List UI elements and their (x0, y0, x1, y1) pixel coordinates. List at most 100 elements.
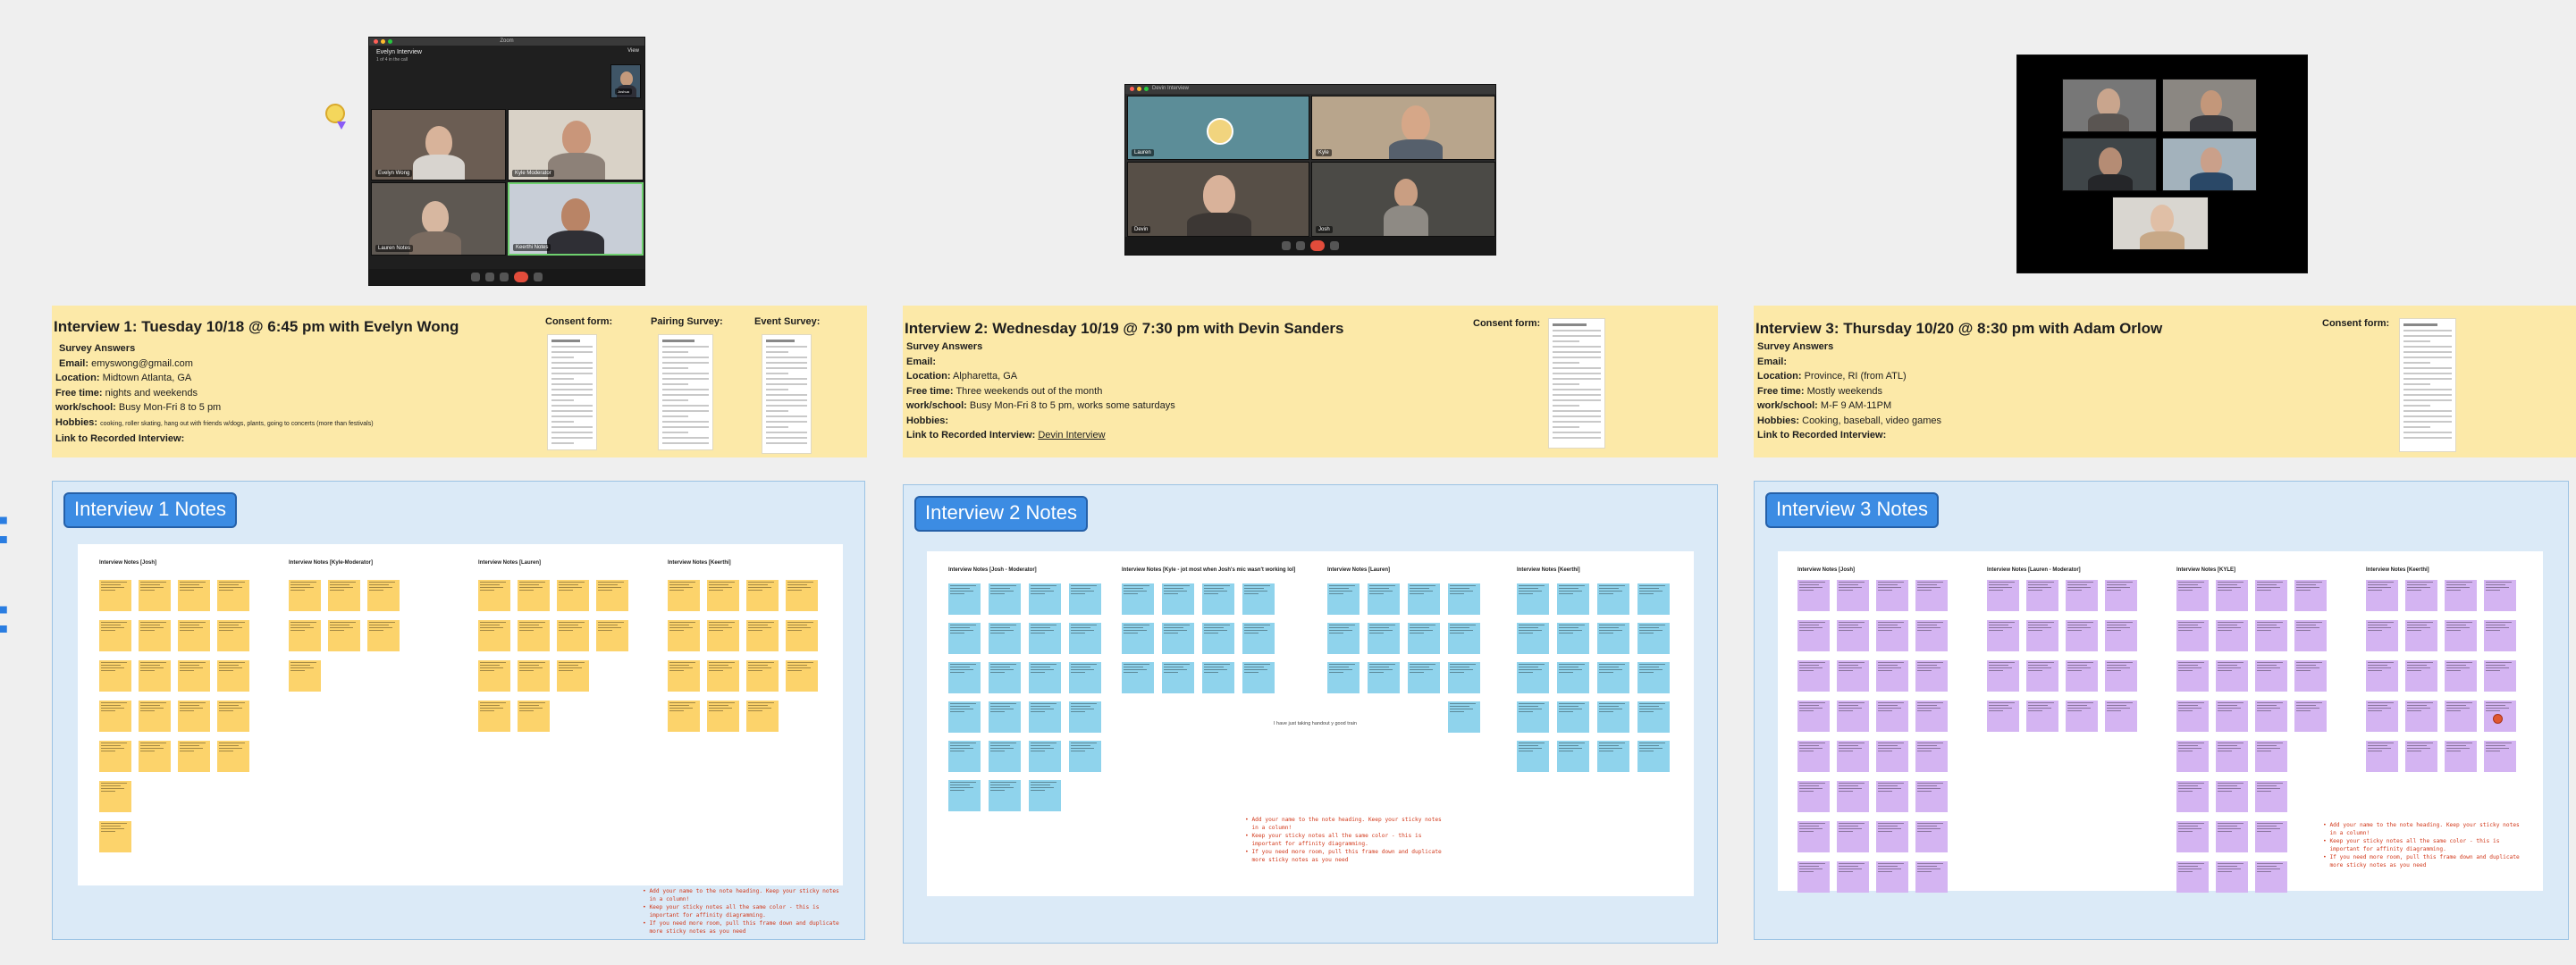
sticky-note[interactable] (2176, 861, 2209, 893)
sticky-note[interactable] (1368, 623, 1400, 654)
sticky-note[interactable] (1597, 623, 1629, 654)
sticky-note[interactable] (948, 583, 981, 615)
sticky-note[interactable] (2066, 660, 2098, 692)
sticky-note[interactable] (1597, 662, 1629, 693)
sticky-note[interactable] (1797, 701, 1830, 732)
sticky-note[interactable] (478, 580, 510, 611)
sticky-note[interactable] (139, 580, 171, 611)
sticky-note[interactable] (1202, 623, 1234, 654)
consent-form-thumbnail[interactable] (547, 334, 597, 450)
sticky-note[interactable] (2066, 701, 2098, 732)
sticky-note[interactable] (139, 620, 171, 651)
sticky-note[interactable] (99, 781, 131, 812)
sticky-note[interactable] (99, 821, 131, 852)
sticky-note[interactable] (1069, 623, 1101, 654)
sticky-note[interactable] (2294, 660, 2327, 692)
sticky-note[interactable] (139, 660, 171, 692)
heart-stamp-icon[interactable] (2493, 714, 2503, 724)
sticky-note[interactable] (2176, 660, 2209, 692)
sticky-note[interactable] (518, 580, 550, 611)
sticky-note[interactable] (2255, 620, 2287, 651)
sticky-note[interactable] (1408, 583, 1440, 615)
sticky-note[interactable] (1637, 583, 1670, 615)
sticky-note[interactable] (1517, 623, 1549, 654)
sticky-note[interactable] (2066, 620, 2098, 651)
share-button[interactable] (500, 273, 509, 281)
sticky-note[interactable] (367, 620, 400, 651)
sticky-note[interactable] (478, 620, 510, 651)
sticky-note[interactable] (668, 701, 700, 732)
sticky-note[interactable] (2216, 821, 2248, 852)
sticky-note[interactable] (1029, 780, 1061, 811)
sticky-note[interactable] (707, 580, 739, 611)
sticky-note[interactable] (1557, 623, 1589, 654)
sticky-note[interactable] (2405, 701, 2437, 732)
sticky-note[interactable] (2255, 821, 2287, 852)
sticky-note[interactable] (139, 741, 171, 772)
sticky-note[interactable] (289, 580, 321, 611)
sticky-note[interactable] (2405, 580, 2437, 611)
sticky-note[interactable] (2484, 580, 2516, 611)
interview-2-survey-panel[interactable]: Interview 2: Wednesday 10/19 @ 7:30 pm w… (903, 306, 1718, 457)
sticky-note[interactable] (1408, 623, 1440, 654)
sticky-note[interactable] (1517, 583, 1549, 615)
interview-2-video-screenshot[interactable]: Devin Interview Lauren Kyle Devin Josh (1124, 84, 1496, 256)
sticky-note[interactable] (1069, 701, 1101, 733)
sticky-note[interactable] (1517, 701, 1549, 733)
sticky-note[interactable] (328, 620, 360, 651)
sticky-note[interactable] (178, 701, 210, 732)
sticky-note[interactable] (1069, 741, 1101, 772)
sticky-note[interactable] (989, 741, 1021, 772)
sticky-note[interactable] (1517, 741, 1549, 772)
camera-button[interactable] (1296, 241, 1305, 250)
sticky-note[interactable] (1837, 861, 1869, 893)
sticky-note[interactable] (1029, 701, 1061, 733)
sticky-note[interactable] (1797, 741, 1830, 772)
sticky-note[interactable] (1327, 662, 1360, 693)
sticky-note[interactable] (1242, 583, 1275, 615)
sticky-note[interactable] (1837, 620, 1869, 651)
sticky-note[interactable] (289, 660, 321, 692)
sticky-note[interactable] (1162, 583, 1194, 615)
sticky-note[interactable] (668, 580, 700, 611)
sticky-note[interactable] (328, 580, 360, 611)
sticky-note[interactable] (786, 580, 818, 611)
sticky-note[interactable] (2176, 741, 2209, 772)
participants-button[interactable] (1330, 241, 1339, 250)
sticky-note[interactable] (1797, 861, 1830, 893)
interview-2-notes-frame[interactable]: Interview 2 Notes Interview Notes [Josh … (903, 484, 1718, 944)
sticky-note[interactable] (1876, 620, 1908, 651)
sticky-note[interactable] (1837, 580, 1869, 611)
sticky-note[interactable] (1637, 623, 1670, 654)
sticky-note[interactable] (2255, 660, 2287, 692)
sticky-note[interactable] (1837, 741, 1869, 772)
sticky-note[interactable] (2405, 620, 2437, 651)
sticky-note[interactable] (2294, 701, 2327, 732)
sticky-note[interactable] (478, 701, 510, 732)
sticky-note[interactable] (2255, 861, 2287, 893)
sticky-note[interactable] (1242, 662, 1275, 693)
sticky-note[interactable] (1987, 620, 2019, 651)
sticky-note[interactable] (2216, 781, 2248, 812)
sticky-note[interactable] (1517, 662, 1549, 693)
sticky-note[interactable] (2445, 701, 2477, 732)
sticky-note[interactable] (1202, 583, 1234, 615)
sticky-note[interactable] (989, 780, 1021, 811)
sticky-note[interactable] (989, 662, 1021, 693)
sticky-note[interactable] (2294, 620, 2327, 651)
sticky-note[interactable] (2176, 701, 2209, 732)
sticky-note[interactable] (1029, 623, 1061, 654)
sticky-note[interactable] (786, 660, 818, 692)
sticky-note[interactable] (99, 580, 131, 611)
sticky-note[interactable] (1837, 660, 1869, 692)
sticky-note[interactable] (1448, 701, 1480, 733)
interview-3-video-screenshot[interactable] (2016, 55, 2308, 273)
sticky-note[interactable] (1797, 620, 1830, 651)
sticky-note[interactable] (178, 660, 210, 692)
sticky-note[interactable] (1368, 662, 1400, 693)
sticky-note[interactable] (1915, 660, 1948, 692)
sticky-note[interactable] (2105, 660, 2137, 692)
more-button[interactable] (534, 273, 543, 281)
sticky-note[interactable] (1162, 623, 1194, 654)
sticky-note[interactable] (2366, 741, 2398, 772)
